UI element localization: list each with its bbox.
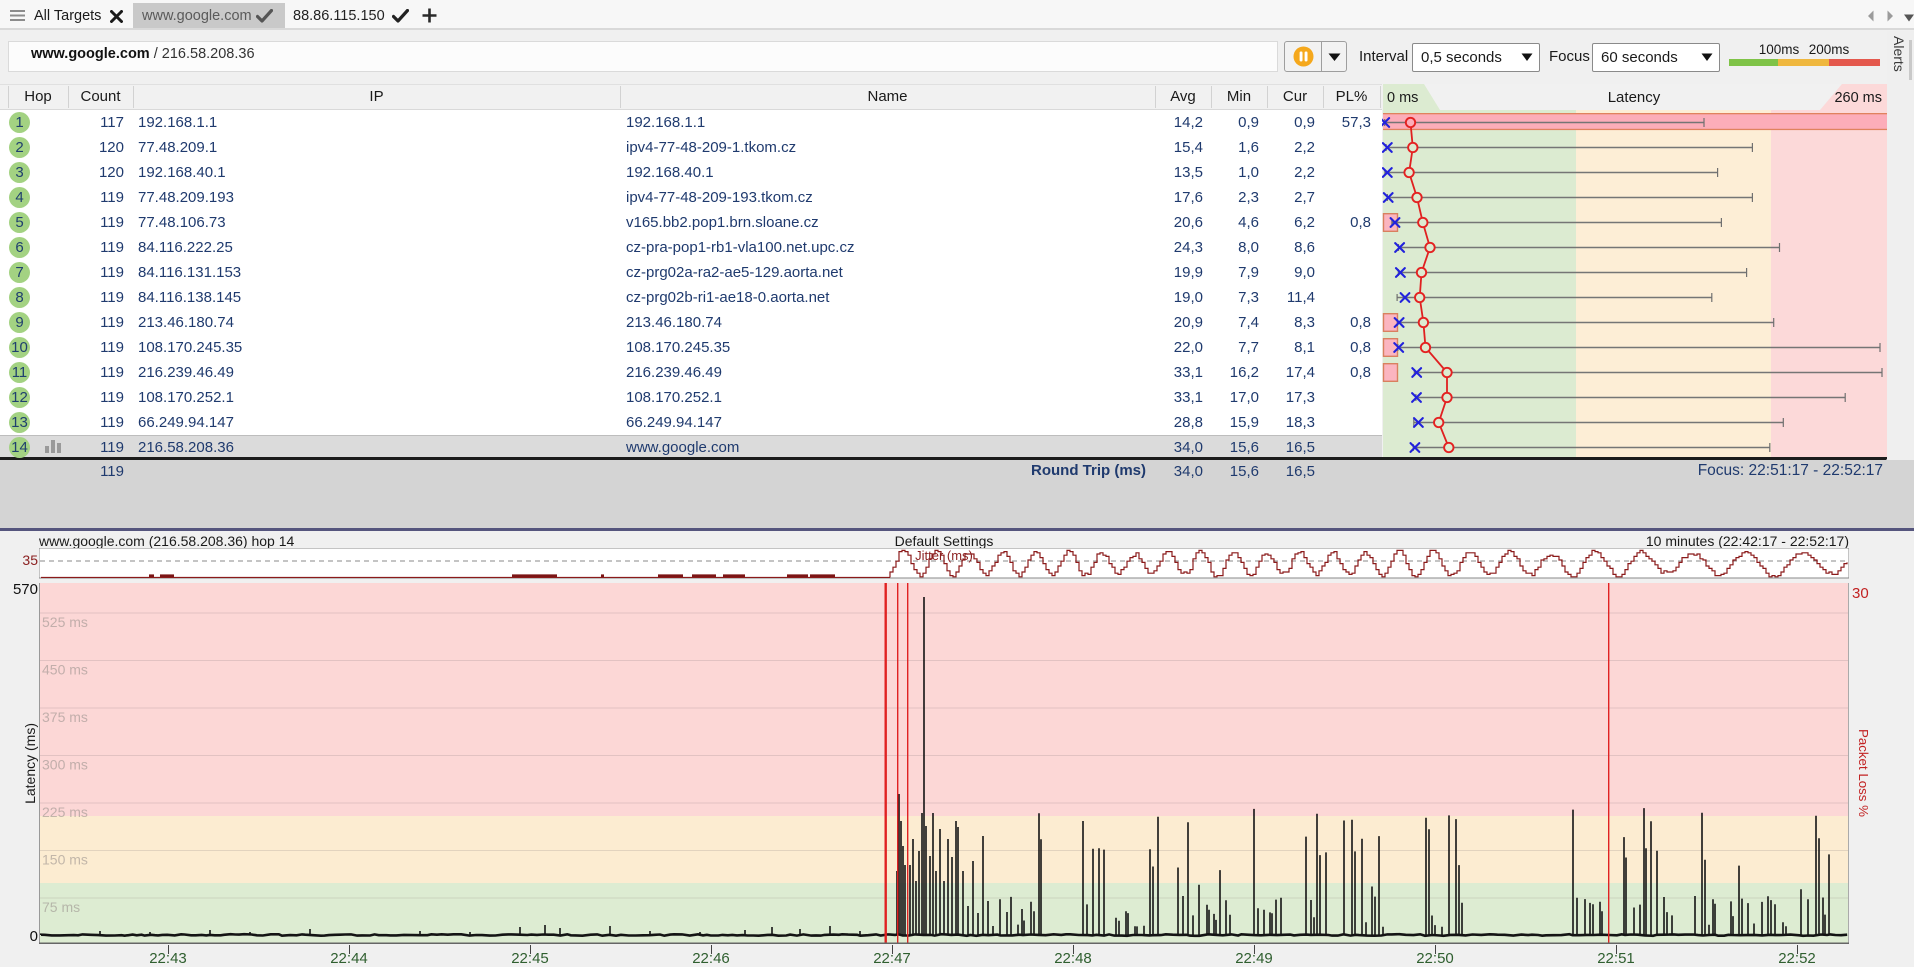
svg-text:525 ms: 525 ms [42,614,88,630]
svg-text:Latency: Latency [1608,89,1661,106]
svg-text:0 ms: 0 ms [1387,90,1418,106]
svg-text:450 ms: 450 ms [42,662,88,678]
svg-text:260 ms: 260 ms [1834,90,1882,106]
svg-text:225 ms: 225 ms [42,804,88,820]
svg-text:300 ms: 300 ms [42,757,88,773]
svg-text:75 ms: 75 ms [42,899,80,915]
svg-text:150 ms: 150 ms [42,852,88,868]
svg-text:375 ms: 375 ms [42,709,88,725]
